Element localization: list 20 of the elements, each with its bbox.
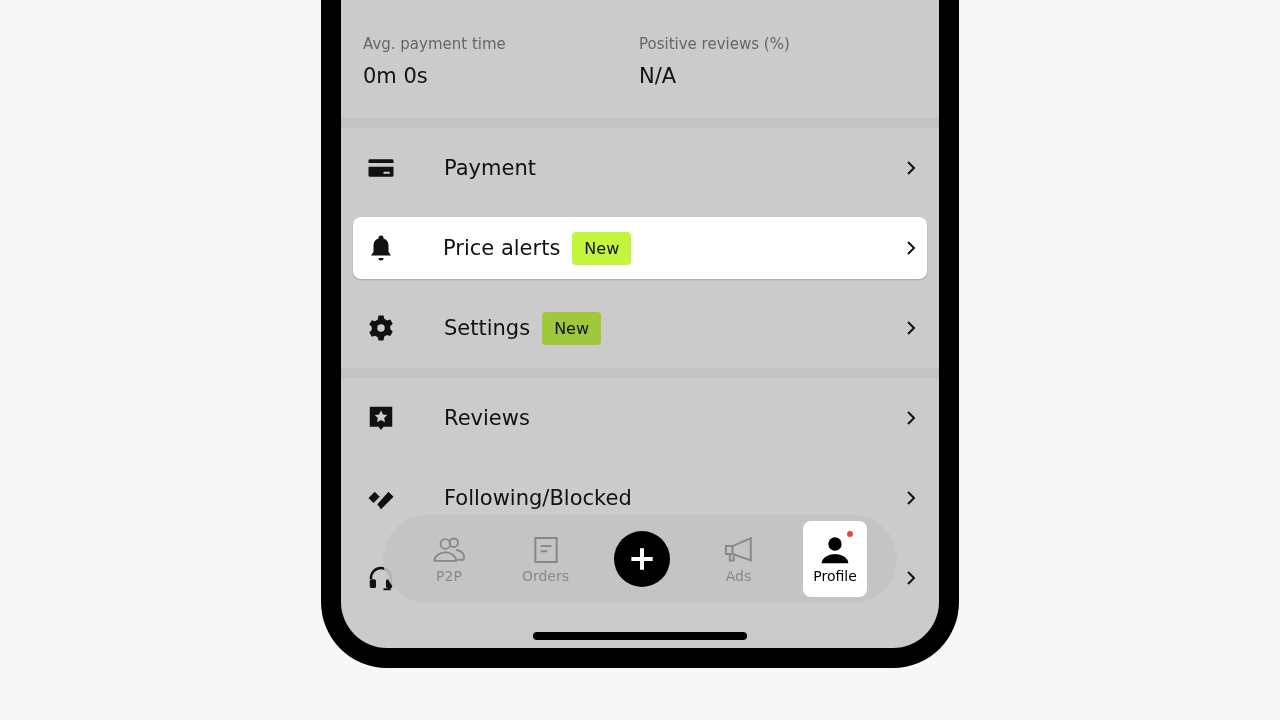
new-badge: New bbox=[572, 231, 632, 265]
chevron-icon bbox=[906, 160, 916, 176]
menu-item[interactable]: Following/Blocked bbox=[353, 483, 927, 513]
stat-label: Avg. payment time bbox=[363, 34, 507, 54]
menu-item[interactable]: Payment bbox=[353, 153, 927, 183]
chevron-icon bbox=[906, 490, 916, 506]
menu-item[interactable]: Settings New bbox=[353, 313, 927, 343]
chevron-icon bbox=[906, 570, 916, 586]
chevron-icon bbox=[906, 410, 916, 426]
stat-value: N/A bbox=[639, 63, 678, 90]
new-badge: New bbox=[542, 311, 602, 345]
menu-item[interactable]: Reviews bbox=[353, 403, 927, 433]
nav-tab[interactable]: Profile bbox=[803, 521, 867, 597]
stat-value: 0m 0s bbox=[363, 63, 429, 90]
add-button[interactable] bbox=[614, 531, 670, 587]
stat-label: Positive reviews (%) bbox=[639, 34, 791, 54]
menu-item[interactable]: Price alerts New bbox=[353, 217, 927, 279]
chevron-icon bbox=[906, 320, 916, 336]
gear-icon bbox=[366, 313, 396, 343]
chevron-icon bbox=[906, 240, 916, 256]
